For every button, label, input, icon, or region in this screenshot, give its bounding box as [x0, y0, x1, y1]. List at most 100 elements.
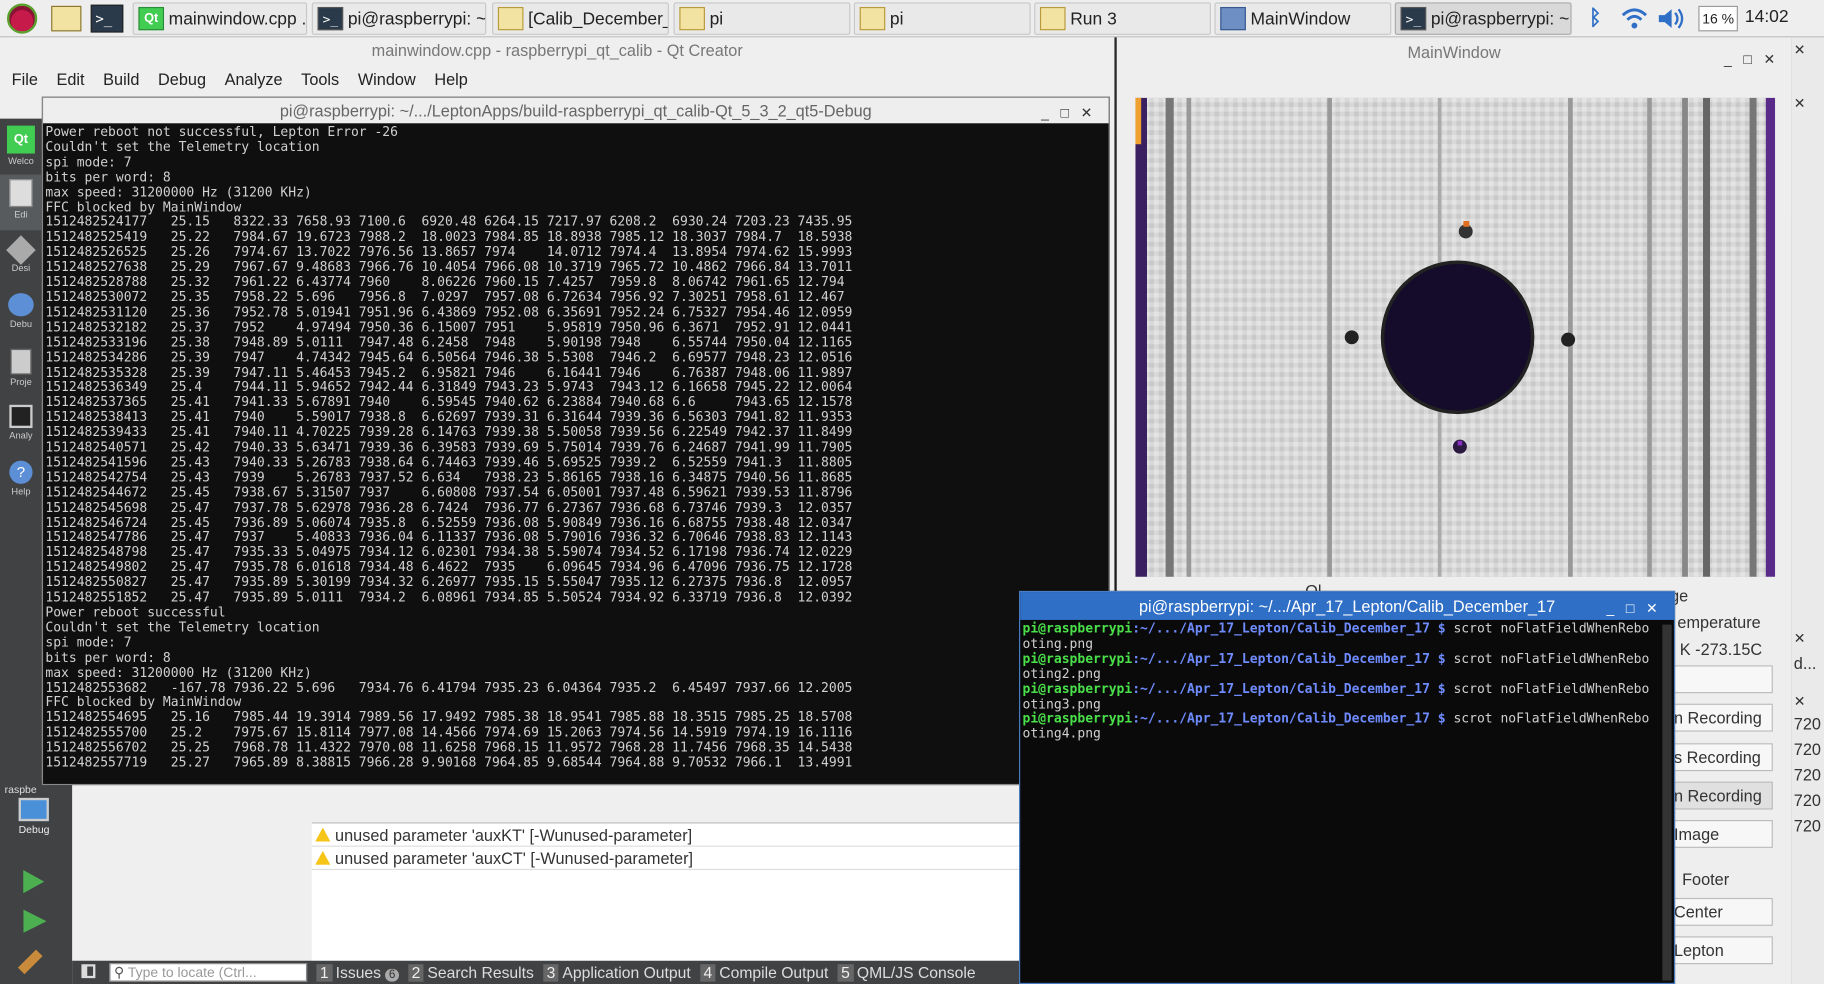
mode-edit[interactable]: Edi	[0, 174, 42, 231]
terminal-line: 1512482532182 25.37 7952 4.97494 7950.36…	[45, 319, 853, 335]
bluetooth-icon[interactable]: ᛒ	[1589, 6, 1602, 30]
edit-icon	[9, 179, 33, 208]
terminal-line: 1512482548798 25.47 7935.33 5.04975 7934…	[45, 544, 853, 560]
window-title: pi@raspberrypi: ~/.../Apr_17_Lepton/Cali…	[1020, 592, 1674, 620]
prompt-line: pi@raspberrypi:~/.../Apr_17_Lepton/Calib…	[1022, 621, 1650, 637]
warning-icon	[315, 827, 331, 842]
terminal-line: Couldn't set the Telemetry location	[45, 619, 320, 635]
tab-issues[interactable]: 1 Issues 6	[316, 963, 399, 982]
tab-application-output[interactable]: 3 Application Output	[543, 963, 691, 982]
wrapped-line: oting4.png	[1022, 726, 1101, 742]
terminal-window-active[interactable]: pi@raspberrypi: ~/.../Apr_17_Lepton/Cali…	[1019, 590, 1676, 984]
task-label: pi	[709, 8, 724, 29]
wrapped-line: oting2.png	[1022, 666, 1101, 682]
build-hammer-icon[interactable]	[17, 949, 43, 975]
terminal-line: 1512482542754 25.43 7939 5.26783 7937.52…	[45, 469, 853, 485]
kit-selector[interactable]: Debug	[18, 797, 54, 840]
terminal-line: 1512482527638 25.29 7967.67 9.48683 7966…	[45, 259, 853, 275]
help-icon: ?	[9, 460, 33, 484]
task-qtcreator[interactable]: Qt mainwindow.cpp ...	[132, 2, 308, 35]
mode-sidebar: Qt Welco Edi Desi Debu Proje Analy ? Help	[0, 118, 42, 794]
task-mainwindow[interactable]: MainWindow	[1214, 2, 1392, 35]
edge-value: 720	[1793, 790, 1821, 810]
terminal-line: bits per word: 8	[45, 169, 171, 185]
task-label: pi@raspberrypi: ~...	[1430, 8, 1572, 29]
terminal-launcher-icon[interactable]: >_	[90, 4, 124, 33]
window-controls[interactable]: _□✕	[1606, 594, 1669, 622]
recording-button[interactable]: n Recording	[1663, 781, 1773, 810]
image-button[interactable]: Image	[1663, 819, 1773, 848]
task-folder-calib[interactable]: [Calib_December_...	[492, 2, 669, 35]
temperature-label: emperature	[1677, 612, 1761, 632]
search-icon: ⚲	[114, 964, 128, 981]
terminal-window-output[interactable]: pi@raspberrypi: ~/.../LeptonApps/build-r…	[41, 96, 1110, 786]
close-icon[interactable]: ✕	[1794, 42, 1806, 58]
raspberry-menu-icon[interactable]	[6, 3, 38, 34]
mode-welcome[interactable]: Qt Welco	[0, 119, 42, 175]
blank-button[interactable]	[1663, 665, 1773, 694]
folder-icon	[859, 6, 886, 31]
mode-help[interactable]: ? Help	[0, 454, 42, 510]
kit-label: raspbe	[4, 783, 37, 796]
close-icon[interactable]: ✕	[1794, 630, 1806, 646]
terminal-line: 1512482541596 25.43 7940.33 5.26783 7938…	[45, 454, 853, 470]
run-icon[interactable]	[23, 870, 45, 894]
issue-row[interactable]: unused parameter 'auxCT' [-Wunused-param…	[311, 847, 1022, 871]
terminal-scrollbar[interactable]	[1662, 624, 1672, 981]
task-terminal-1[interactable]: >_ pi@raspberrypi: ~...	[311, 2, 487, 35]
center-button[interactable]: Center	[1663, 897, 1773, 926]
menu-edit[interactable]: Edit	[45, 65, 92, 93]
menu-tools[interactable]: Tools	[290, 65, 347, 93]
menu-help[interactable]: Help	[423, 65, 475, 93]
tab-search-results[interactable]: 2 Search Results	[408, 963, 534, 982]
task-folder-run3[interactable]: Run 3	[1034, 2, 1211, 35]
terminal-line: 1512482544672 25.45 7938.67 5.31507 7937…	[45, 484, 853, 500]
clock[interactable]: 14:02	[1745, 7, 1789, 27]
task-folder-pi-2[interactable]: pi	[853, 2, 1031, 35]
edge-value: 720	[1793, 714, 1821, 733]
terminal-line: Couldn't set the Telemetry location	[45, 139, 320, 155]
wrapped-line: oting3.png	[1022, 696, 1101, 712]
terminal-line: max speed: 31200000 Hz (31200 KHz)	[45, 664, 312, 680]
window-controls[interactable]: _□✕	[1724, 44, 1787, 74]
kit-selector-panel: raspbe Debug	[0, 781, 73, 984]
terminal-icon: >_	[1400, 6, 1427, 31]
close-icon[interactable]: ✕	[1794, 693, 1806, 709]
design-icon	[6, 235, 36, 265]
close-icon[interactable]: ✕	[1794, 95, 1806, 111]
menu-build[interactable]: Build	[92, 65, 147, 93]
menu-debug[interactable]: Debug	[146, 65, 213, 93]
menu-window[interactable]: Window	[346, 65, 423, 93]
start-recording-button[interactable]: n Recording	[1663, 703, 1773, 732]
locator-input[interactable]: ⚲ Type to locate (Ctrl...	[109, 963, 308, 982]
mode-design[interactable]: Desi	[0, 230, 42, 286]
edge-value: 720	[1793, 816, 1821, 836]
thermal-image-canvas	[1135, 97, 1776, 577]
file-manager-icon[interactable]	[51, 5, 82, 32]
terminal-line: bits per word: 8	[45, 649, 171, 665]
stop-recording-button[interactable]: s Recording	[1663, 743, 1773, 772]
task-folder-pi-1[interactable]: pi	[673, 2, 851, 35]
tab-qml-console[interactable]: 5 QML/JS Console	[837, 963, 976, 982]
menu-analyze[interactable]: Analyze	[213, 65, 290, 93]
window-title: MainWindow _□✕	[1117, 37, 1792, 67]
lepton-button[interactable]: Lepton	[1663, 936, 1773, 965]
task-terminal-2[interactable]: >_ pi@raspberrypi: ~...	[1394, 2, 1572, 35]
mode-projects[interactable]: Proje	[0, 342, 42, 398]
terminal-line: 1512482537365 25.41 7941.33 5.67891 7940…	[45, 394, 853, 410]
terminal-line: 1512482555700 25.2 7975.67 15.8114 7977.…	[45, 724, 853, 741]
terminal-line: 1512482528788 25.32 7961.22 6.43774 7960…	[45, 274, 845, 290]
tab-compile-output[interactable]: 4 Compile Output	[700, 963, 828, 982]
mode-debug[interactable]: Debu	[0, 286, 42, 342]
folder-icon	[1039, 6, 1066, 31]
wifi-icon[interactable]	[1621, 7, 1648, 30]
output-pane-bar: ⚲ Type to locate (Ctrl... 1 Issues 6 2 Sea…	[72, 960, 1020, 984]
terminal-output: Power reboot not successful, Lepton Erro…	[45, 126, 1104, 771]
window-controls[interactable]: _□✕	[1041, 100, 1104, 126]
toggle-sidebar-icon[interactable]	[81, 964, 96, 979]
mode-analyze[interactable]: Analy	[0, 398, 42, 454]
menu-file[interactable]: File	[0, 65, 45, 93]
issue-row[interactable]: unused parameter 'auxKT' [-Wunused-param…	[311, 823, 1022, 847]
volume-icon[interactable]	[1656, 7, 1684, 30]
debug-run-icon[interactable]	[23, 909, 47, 933]
